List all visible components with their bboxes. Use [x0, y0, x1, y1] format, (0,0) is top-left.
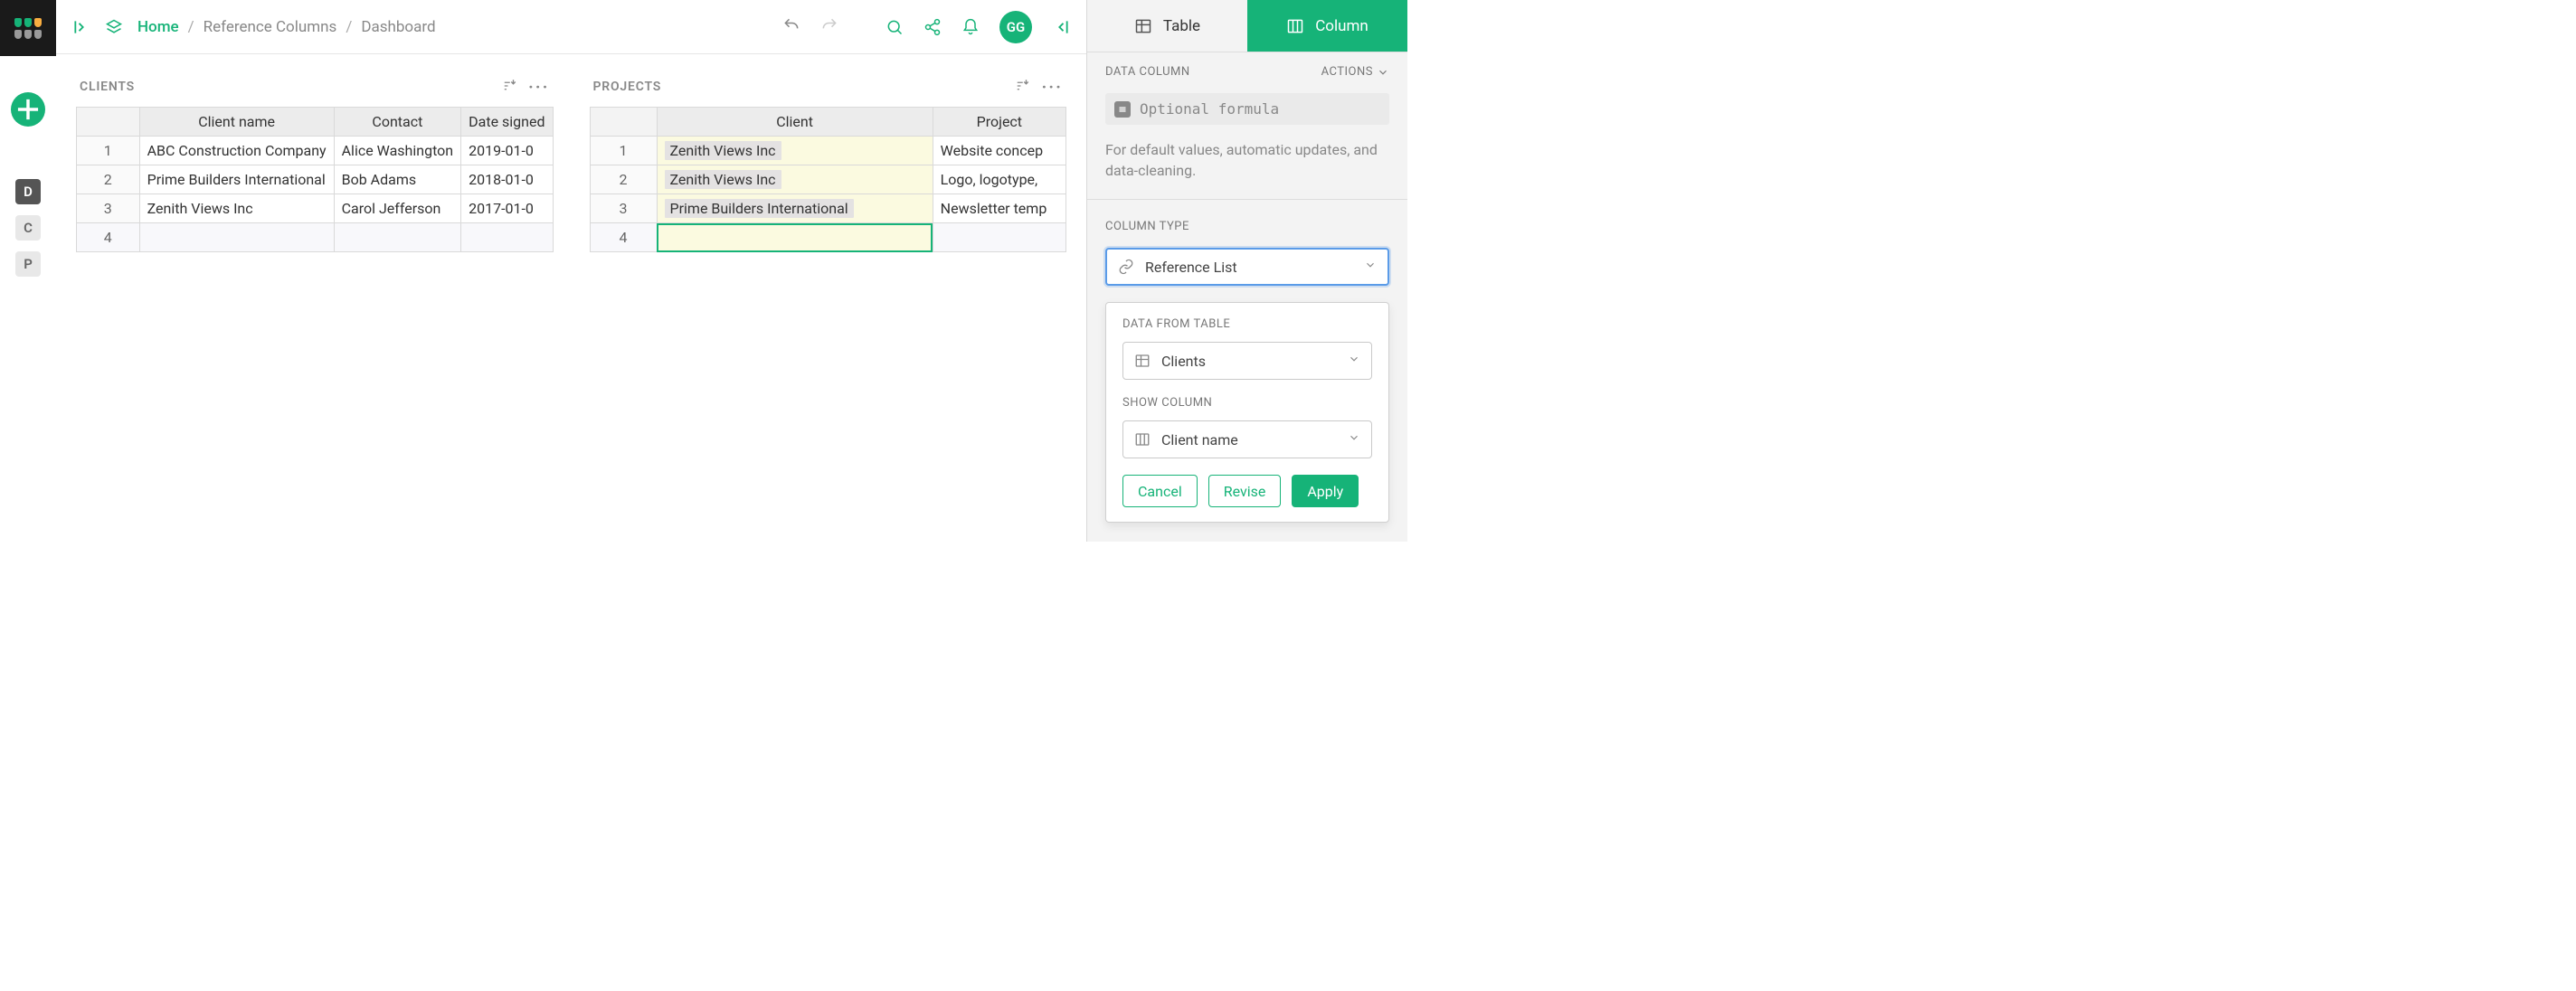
table-row[interactable]: 2 Prime Builders International Bob Adams…: [77, 165, 554, 194]
clients-grid[interactable]: Client name Contact Date signed 1 ABC Co…: [76, 107, 554, 252]
right-panel: Table Column DATA COLUMN ACTIONS Optiona…: [1087, 0, 1407, 542]
avatar[interactable]: GG: [999, 11, 1032, 43]
data-from-table-label: DATA FROM TABLE: [1122, 317, 1372, 331]
chevron-down-icon: [1348, 353, 1360, 369]
add-row[interactable]: 4: [77, 223, 554, 252]
chevron-down-icon: [1364, 259, 1377, 275]
projects-sort-icon[interactable]: [1014, 78, 1030, 96]
formula-hint: For default values, automatic updates, a…: [1105, 139, 1389, 181]
data-from-table-select[interactable]: Clients: [1122, 342, 1372, 380]
chevron-down-icon: [1348, 431, 1360, 448]
formula-input[interactable]: Optional formula: [1105, 93, 1389, 125]
col-project[interactable]: Project: [933, 108, 1065, 137]
logo-mark-icon: [14, 18, 42, 39]
column-type-config-card: DATA FROM TABLE Clients SHOW COLUMN Clie…: [1105, 302, 1389, 523]
column-type-label: COLUMN TYPE: [1105, 220, 1389, 233]
formula-icon: [1114, 101, 1131, 118]
projects-menu-icon[interactable]: ···: [1041, 78, 1063, 96]
redo-icon: [820, 16, 838, 38]
undo-icon[interactable]: [782, 16, 800, 38]
breadcrumb-mid[interactable]: Reference Columns: [204, 18, 337, 36]
notifications-icon[interactable]: [961, 18, 980, 36]
show-column-select[interactable]: Client name: [1122, 420, 1372, 458]
col-client-name[interactable]: Client name: [139, 108, 334, 137]
clients-menu-icon[interactable]: ···: [528, 78, 550, 96]
app-logo[interactable]: [0, 0, 56, 56]
data-column-label: DATA COLUMN: [1105, 65, 1190, 79]
top-bar: Home / Reference Columns / Dashboard GG: [56, 0, 1086, 54]
show-column-label: SHOW COLUMN: [1122, 396, 1372, 410]
table-icon: [1134, 353, 1151, 369]
pages-icon[interactable]: [105, 18, 123, 36]
table-row[interactable]: 1 ABC Construction Company Alice Washing…: [77, 137, 554, 165]
page-icon-c[interactable]: C: [15, 215, 41, 241]
col-contact[interactable]: Contact: [334, 108, 461, 137]
tab-column[interactable]: Column: [1247, 0, 1407, 52]
table-row[interactable]: 2 Zenith Views Inc Logo, logotype,: [590, 165, 1066, 194]
breadcrumb-leaf[interactable]: Dashboard: [361, 18, 435, 36]
projects-grid[interactable]: Client Project 1 Zenith Views Inc Websit…: [590, 107, 1067, 252]
breadcrumb-home[interactable]: Home: [137, 18, 179, 36]
column-type-select[interactable]: Reference List: [1105, 248, 1389, 286]
table-row[interactable]: 3 Prime Builders International Newslette…: [590, 194, 1066, 223]
table-row[interactable]: 3 Zenith Views Inc Carol Jefferson 2017-…: [77, 194, 554, 223]
collapse-right-icon[interactable]: [1052, 18, 1070, 36]
add-page-button[interactable]: [11, 92, 45, 127]
col-client[interactable]: Client: [657, 108, 933, 137]
clients-sort-icon[interactable]: [501, 78, 517, 96]
apply-button[interactable]: Apply: [1292, 475, 1359, 507]
expand-sidebar-icon[interactable]: [72, 18, 90, 36]
actions-menu[interactable]: ACTIONS: [1321, 65, 1389, 79]
revise-button[interactable]: Revise: [1208, 475, 1282, 507]
cancel-button[interactable]: Cancel: [1122, 475, 1198, 507]
page-icon-d[interactable]: D: [15, 179, 41, 204]
column-icon: [1134, 431, 1151, 448]
tab-table[interactable]: Table: [1087, 0, 1247, 52]
share-icon[interactable]: [923, 18, 942, 36]
col-date-signed[interactable]: Date signed: [461, 108, 553, 137]
projects-title: PROJECTS: [593, 80, 662, 94]
add-row[interactable]: 4: [590, 223, 1066, 252]
search-icon[interactable]: [886, 18, 904, 36]
table-row[interactable]: 1 Zenith Views Inc Website concep: [590, 137, 1066, 165]
page-icon-p[interactable]: P: [15, 251, 41, 277]
breadcrumb: Home / Reference Columns / Dashboard: [137, 18, 436, 36]
link-icon: [1118, 259, 1134, 275]
clients-title: CLIENTS: [80, 80, 135, 94]
